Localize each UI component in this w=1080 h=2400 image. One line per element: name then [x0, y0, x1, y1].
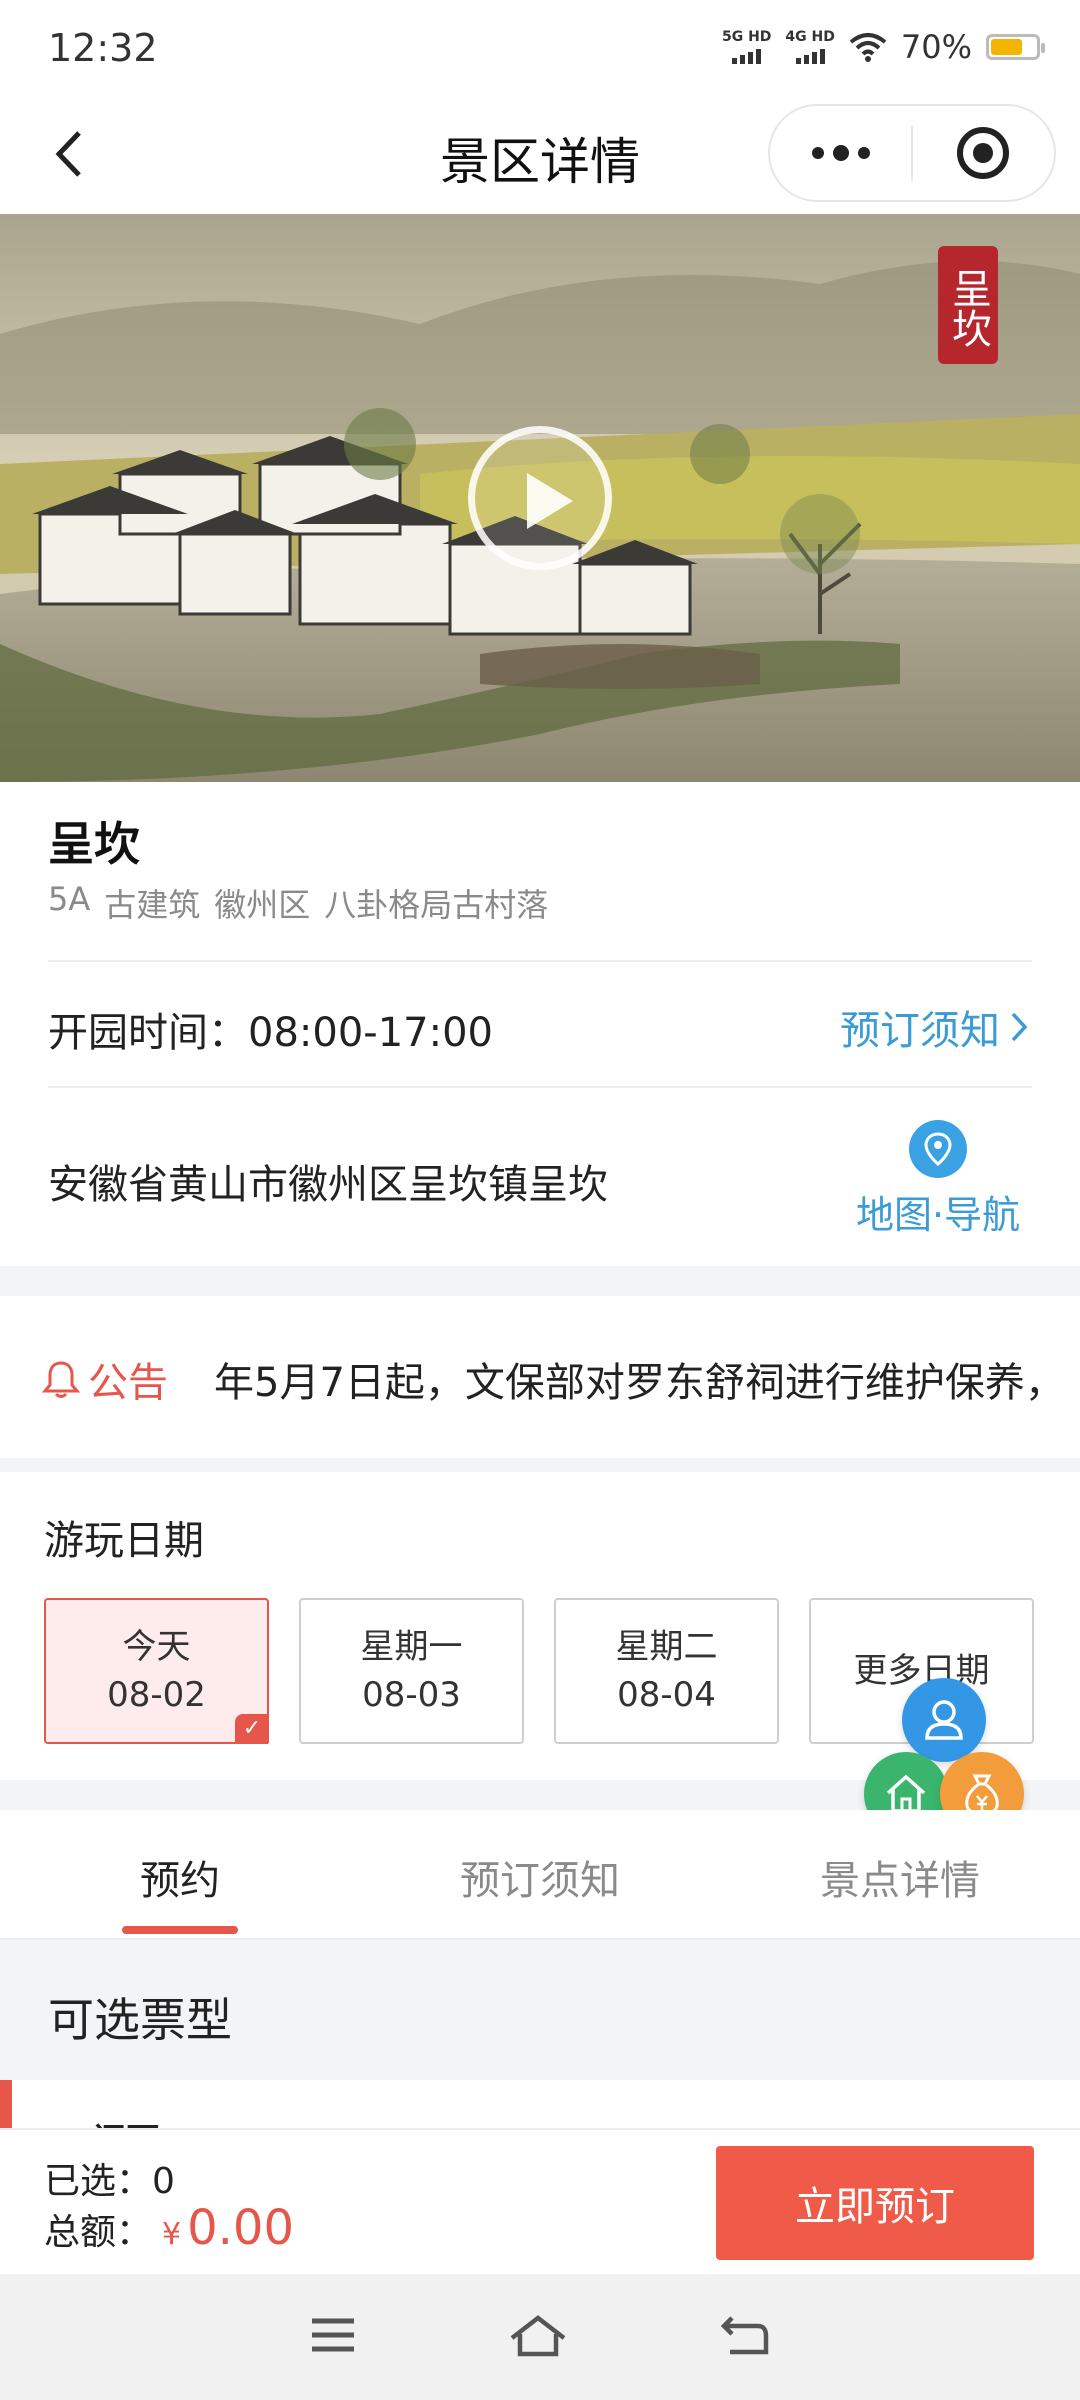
bell-icon: [42, 1361, 80, 1398]
total-value: 0.00: [187, 2200, 294, 2256]
content-tabs: 预约 预订须知 景点详情: [0, 1810, 1080, 1940]
more-dots-icon: [811, 145, 870, 161]
date-value: 08-02: [107, 1675, 206, 1715]
announcement-bar[interactable]: 公告 年5月7日起，文保部对罗东舒祠进行维护保养，: [0, 1296, 1080, 1458]
system-navigation-bar: [0, 2274, 1080, 2400]
tag: 5A: [48, 880, 91, 918]
tag: 徽州区: [214, 886, 311, 924]
total-amount: 总额： ¥ 0.00: [44, 2200, 294, 2256]
signal-5g-icon: 5G HD: [722, 30, 771, 64]
date-weekday: 星期二: [615, 1627, 718, 1667]
menu-button[interactable]: [308, 2315, 358, 2359]
map-navigation-button[interactable]: 地图·导航: [848, 1120, 1028, 1239]
home-outline-icon: [510, 2315, 566, 2357]
date-option[interactable]: 星期二 08-04: [554, 1598, 779, 1744]
battery-percent: 70%: [900, 28, 972, 66]
opening-hours: 开园时间：08:00-17:00: [48, 1010, 493, 1056]
menu-icon: [312, 2318, 354, 2352]
scenic-video-cover[interactable]: 呈坎: [0, 214, 1080, 782]
scenic-name: 呈坎: [48, 817, 140, 871]
play-icon[interactable]: [468, 426, 612, 570]
more-button[interactable]: [770, 106, 911, 200]
user-center-button[interactable]: [902, 1678, 986, 1762]
tag: 古建筑: [104, 886, 201, 924]
close-mini-program-button[interactable]: [913, 106, 1054, 200]
page: 12:32 5G HD 4G HD 70% 景区详情 呈坎 呈坎 5A 古建筑 …: [0, 0, 1080, 2400]
date-value: 08-03: [362, 1675, 461, 1715]
chevron-right-icon: [1011, 1012, 1028, 1042]
announcement-label: 公告: [88, 1360, 168, 1406]
visit-date-label: 游玩日期: [44, 1518, 204, 1564]
ticket-types-title: 可选票型: [48, 1993, 232, 2047]
map-nav-label: 地图·导航: [855, 1193, 1021, 1237]
net1-label: 5G HD: [721, 29, 772, 45]
ticket-accent-mark: [0, 2080, 12, 2130]
date-option-today[interactable]: 今天 08-02 ✓: [44, 1598, 269, 1744]
date-options: 今天 08-02 ✓ 星期一 08-03 星期二 08-04 更多日期: [44, 1598, 1034, 1744]
booking-notice-label: 预订须知: [840, 1008, 1000, 1054]
book-now-button[interactable]: 立即预订: [716, 2146, 1034, 2260]
tab-booking-notice[interactable]: 预订须知: [360, 1810, 720, 1938]
tag: 八卦格局古村落: [324, 886, 549, 924]
announcement-tag: 公告: [42, 1350, 168, 1408]
divider: [48, 1086, 1032, 1088]
status-bar: 12:32 5G HD 4G HD 70%: [0, 0, 1080, 96]
check-icon: ✓: [235, 1714, 269, 1744]
selected-label: 已选：: [44, 2161, 153, 2202]
announcement-text: 年5月7日起，文保部对罗东舒祠进行维护保养，: [214, 1360, 1065, 1406]
date-option[interactable]: 星期一 08-03: [299, 1598, 524, 1744]
seal-stamp: 呈坎: [938, 246, 998, 364]
back-nav-button[interactable]: [718, 2312, 772, 2362]
address: 安徽省黄山市徽州区呈坎镇呈坎: [48, 1162, 608, 1208]
status-time: 12:32: [48, 26, 158, 70]
booking-notice-link[interactable]: 预订须知: [840, 998, 1028, 1056]
ticket-item[interactable]: 门票: [0, 2080, 1080, 2130]
home-nav-button[interactable]: [508, 2312, 568, 2362]
back-arrow-icon: [720, 2316, 769, 2355]
signal-4g-icon: 4G HD: [785, 29, 835, 64]
total-label: 总额：: [44, 2212, 153, 2253]
mini-program-capsule: [768, 104, 1056, 202]
ticket-types-header: 可选票型: [0, 1940, 1080, 2080]
target-icon: [957, 127, 1010, 179]
net2-label: 4G HD: [785, 29, 835, 45]
home-icon: [886, 1774, 926, 1813]
title-bar: 景区详情: [0, 96, 1080, 214]
status-icons: 5G HD 4G HD 70%: [722, 28, 1045, 66]
battery-icon: [986, 34, 1045, 60]
currency-symbol: ¥: [162, 2217, 182, 2252]
user-icon: [925, 1700, 963, 1740]
tab-booking[interactable]: 预约: [0, 1810, 360, 1938]
seal-text: 呈坎: [945, 268, 991, 348]
selected-count: 已选：0: [44, 2152, 175, 2204]
location-pin-icon: [909, 1120, 967, 1178]
scenic-tags: 5A 古建筑 徽州区 八卦格局古村落: [48, 880, 548, 926]
date-weekday: 星期一: [360, 1627, 463, 1667]
checkout-bar: 已选：0 总额： ¥ 0.00 立即预订: [0, 2128, 1080, 2274]
scenic-info-card: 呈坎 5A 古建筑 徽州区 八卦格局古村落 开园时间：08:00-17:00 预…: [0, 782, 1080, 1266]
tab-scenic-details[interactable]: 景点详情: [720, 1810, 1080, 1938]
wifi-icon: [849, 33, 887, 62]
selected-value: 0: [152, 2161, 175, 2202]
divider: [48, 960, 1032, 962]
date-value: 08-04: [617, 1675, 716, 1715]
date-weekday: 今天: [122, 1627, 191, 1667]
